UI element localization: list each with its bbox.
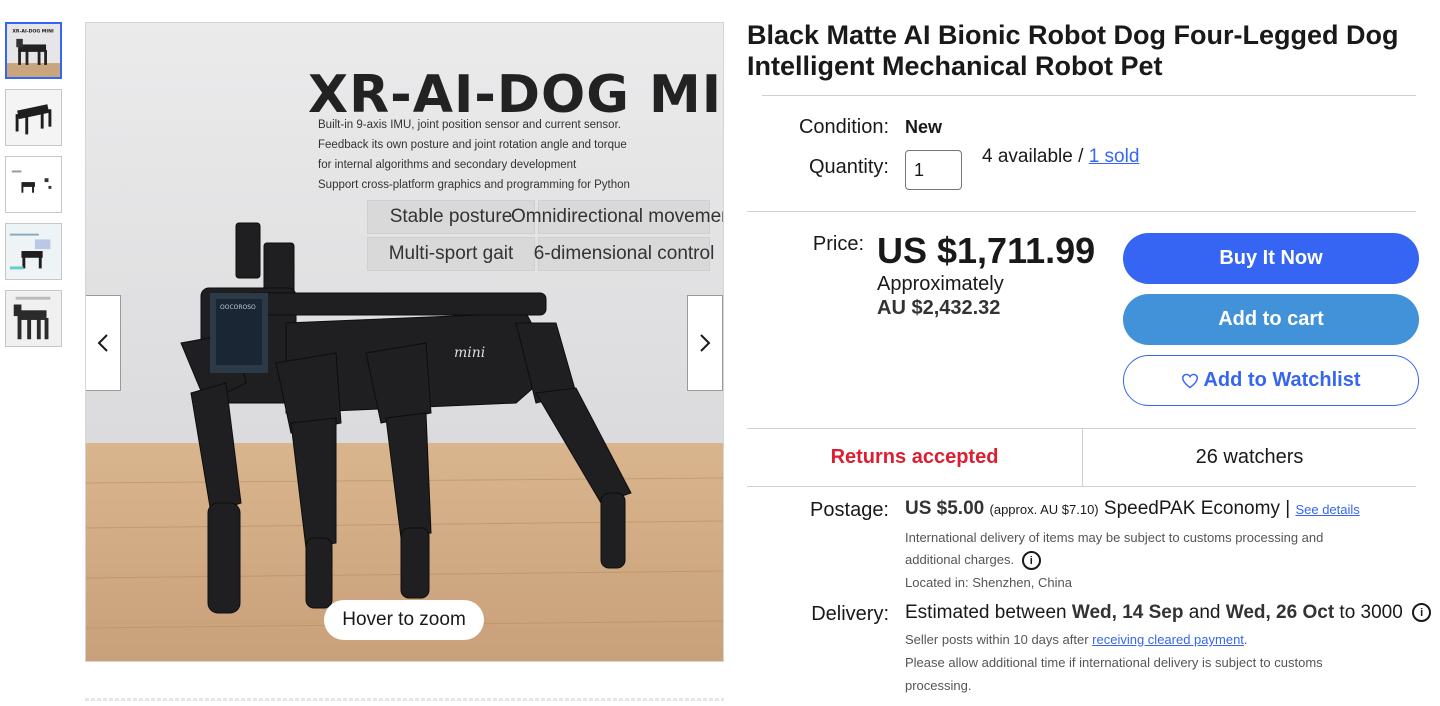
feature-stable-posture: Stable posture (367, 200, 535, 234)
approx-price: Approximately AU $2,432.32 (877, 272, 1004, 320)
availability: 4 available / 1 sold (982, 146, 1139, 168)
delivery-and: and (1188, 602, 1221, 623)
see-details-link[interactable]: See details (1295, 502, 1359, 517)
hover-to-zoom-label: Hover to zoom (324, 600, 484, 640)
previous-image-button[interactable] (86, 295, 121, 391)
delivery-estimate: Estimated between Wed, 14 Sep and Wed, 2… (905, 602, 1432, 624)
robot-dog-thumbnail-image (6, 90, 61, 145)
heart-icon (1182, 373, 1199, 388)
intl-delivery-note: International delivery of items may be s… (905, 527, 1323, 571)
info-icon[interactable]: i (1021, 551, 1041, 571)
quantity-input[interactable] (905, 150, 962, 190)
intl-note-text: additional charges. (905, 552, 1015, 567)
add-to-watchlist-button[interactable]: Add to Watchlist (1123, 355, 1419, 406)
chevron-right-icon (700, 334, 711, 352)
main-product-image[interactable]: OOCOROSO mini XR-AI-DOG MINI Built-in 9-… (85, 22, 724, 662)
postage-label: Postage: (810, 499, 889, 521)
price-value: US $1,711.99 (877, 230, 1096, 271)
delivery-label: Delivery: (811, 603, 889, 625)
image-description-line: Feedback its own posture and joint rotat… (318, 139, 627, 151)
robot-screen-text: OOCOROSO (220, 304, 256, 311)
add-to-watchlist-label: Add to Watchlist (1203, 369, 1361, 391)
image-description-line: for internal algorithms and secondary de… (318, 159, 577, 171)
divider (762, 95, 1416, 96)
price-label: Price: (812, 233, 864, 255)
thumbnail-5[interactable] (5, 290, 62, 347)
robot-label: mini (454, 345, 485, 361)
delivery-start-date: Wed, 14 Sep (1071, 602, 1184, 623)
robot-dog-thumbnail-image (6, 291, 61, 346)
robot-dog-thumbnail-image (6, 224, 61, 279)
postage-line: US $5.00 (approx. AU $7.10) SpeedPAK Eco… (905, 498, 1360, 520)
buy-it-now-button[interactable]: Buy It Now (1123, 233, 1419, 284)
image-description: Built-in 9-axis IMU, joint position sens… (318, 115, 678, 195)
divider (747, 486, 1416, 487)
thumb-caption: XR-AI-DOG MINI (12, 28, 54, 34)
approx-value: AU $2,432.32 (877, 297, 1001, 319)
watchers-count: 26 watchers (1195, 445, 1304, 468)
delivery-note-line: Please allow additional time if internat… (905, 655, 1323, 693)
sold-link[interactable]: 1 sold (1089, 146, 1140, 167)
approx-label: Approximately (877, 273, 1004, 295)
delivery-to: to 3000 (1339, 602, 1403, 623)
add-to-cart-button[interactable]: Add to cart (1123, 294, 1419, 345)
thumbnail-2[interactable] (5, 89, 62, 146)
divider (85, 698, 724, 701)
chevron-left-icon (97, 334, 108, 352)
delivery-prefix: Estimated between (905, 602, 1067, 623)
postage-service: SpeedPAK Economy | (1103, 498, 1291, 519)
returns-accepted: Returns accepted (830, 445, 999, 468)
condition-value: New (905, 117, 943, 137)
delivery-note-text: Seller posts within 10 days after (905, 632, 1089, 647)
feature-6-dimensional-control: 6-dimensional control (534, 237, 714, 271)
intl-note-line: International delivery of items may be s… (905, 530, 1324, 545)
thumbnail-1[interactable]: XR-AI-DOG MINI (5, 22, 62, 79)
feature-multi-sport-gait: Multi-sport gait (367, 237, 535, 271)
image-description-line: Support cross-platform graphics and prog… (318, 179, 630, 191)
thumbnail-4[interactable] (5, 223, 62, 280)
robot-dog-thumbnail-image: XR-AI-DOG MINI (7, 24, 60, 77)
intl-note-line: additional charges. i (905, 549, 1323, 571)
delivery-note-period: . (1243, 632, 1248, 647)
condition-label: Condition: (798, 116, 889, 138)
feature-omnidirectional-movement: Omnidirectional movement (511, 200, 723, 234)
divider (747, 211, 1416, 212)
location: Located in: Shenzhen, China (905, 575, 1072, 590)
thumbnail-strip: XR-AI-DOG MINI (5, 22, 63, 357)
delivery-end-date: Wed, 26 Oct (1225, 602, 1335, 623)
available-count: 4 available / (982, 146, 1084, 167)
listing-title: Black Matte AI Bionic Robot Dog Four-Leg… (747, 20, 1399, 81)
info-icon[interactable]: i (1412, 603, 1432, 623)
delivery-note: Seller posts within 10 days after receiv… (905, 628, 1375, 697)
quantity-label: Quantity: (808, 156, 889, 178)
image-description-line: Built-in 9-axis IMU, joint position sens… (318, 119, 621, 131)
thumbnail-3[interactable] (5, 156, 62, 213)
postage-approx: (approx. AU $7.10) (989, 502, 1099, 517)
next-image-button[interactable] (687, 295, 723, 391)
cleared-payment-link[interactable]: receiving cleared payment (1092, 632, 1244, 647)
postage-amount: US $5.00 (905, 498, 985, 519)
robot-dog-thumbnail-image (6, 157, 61, 212)
